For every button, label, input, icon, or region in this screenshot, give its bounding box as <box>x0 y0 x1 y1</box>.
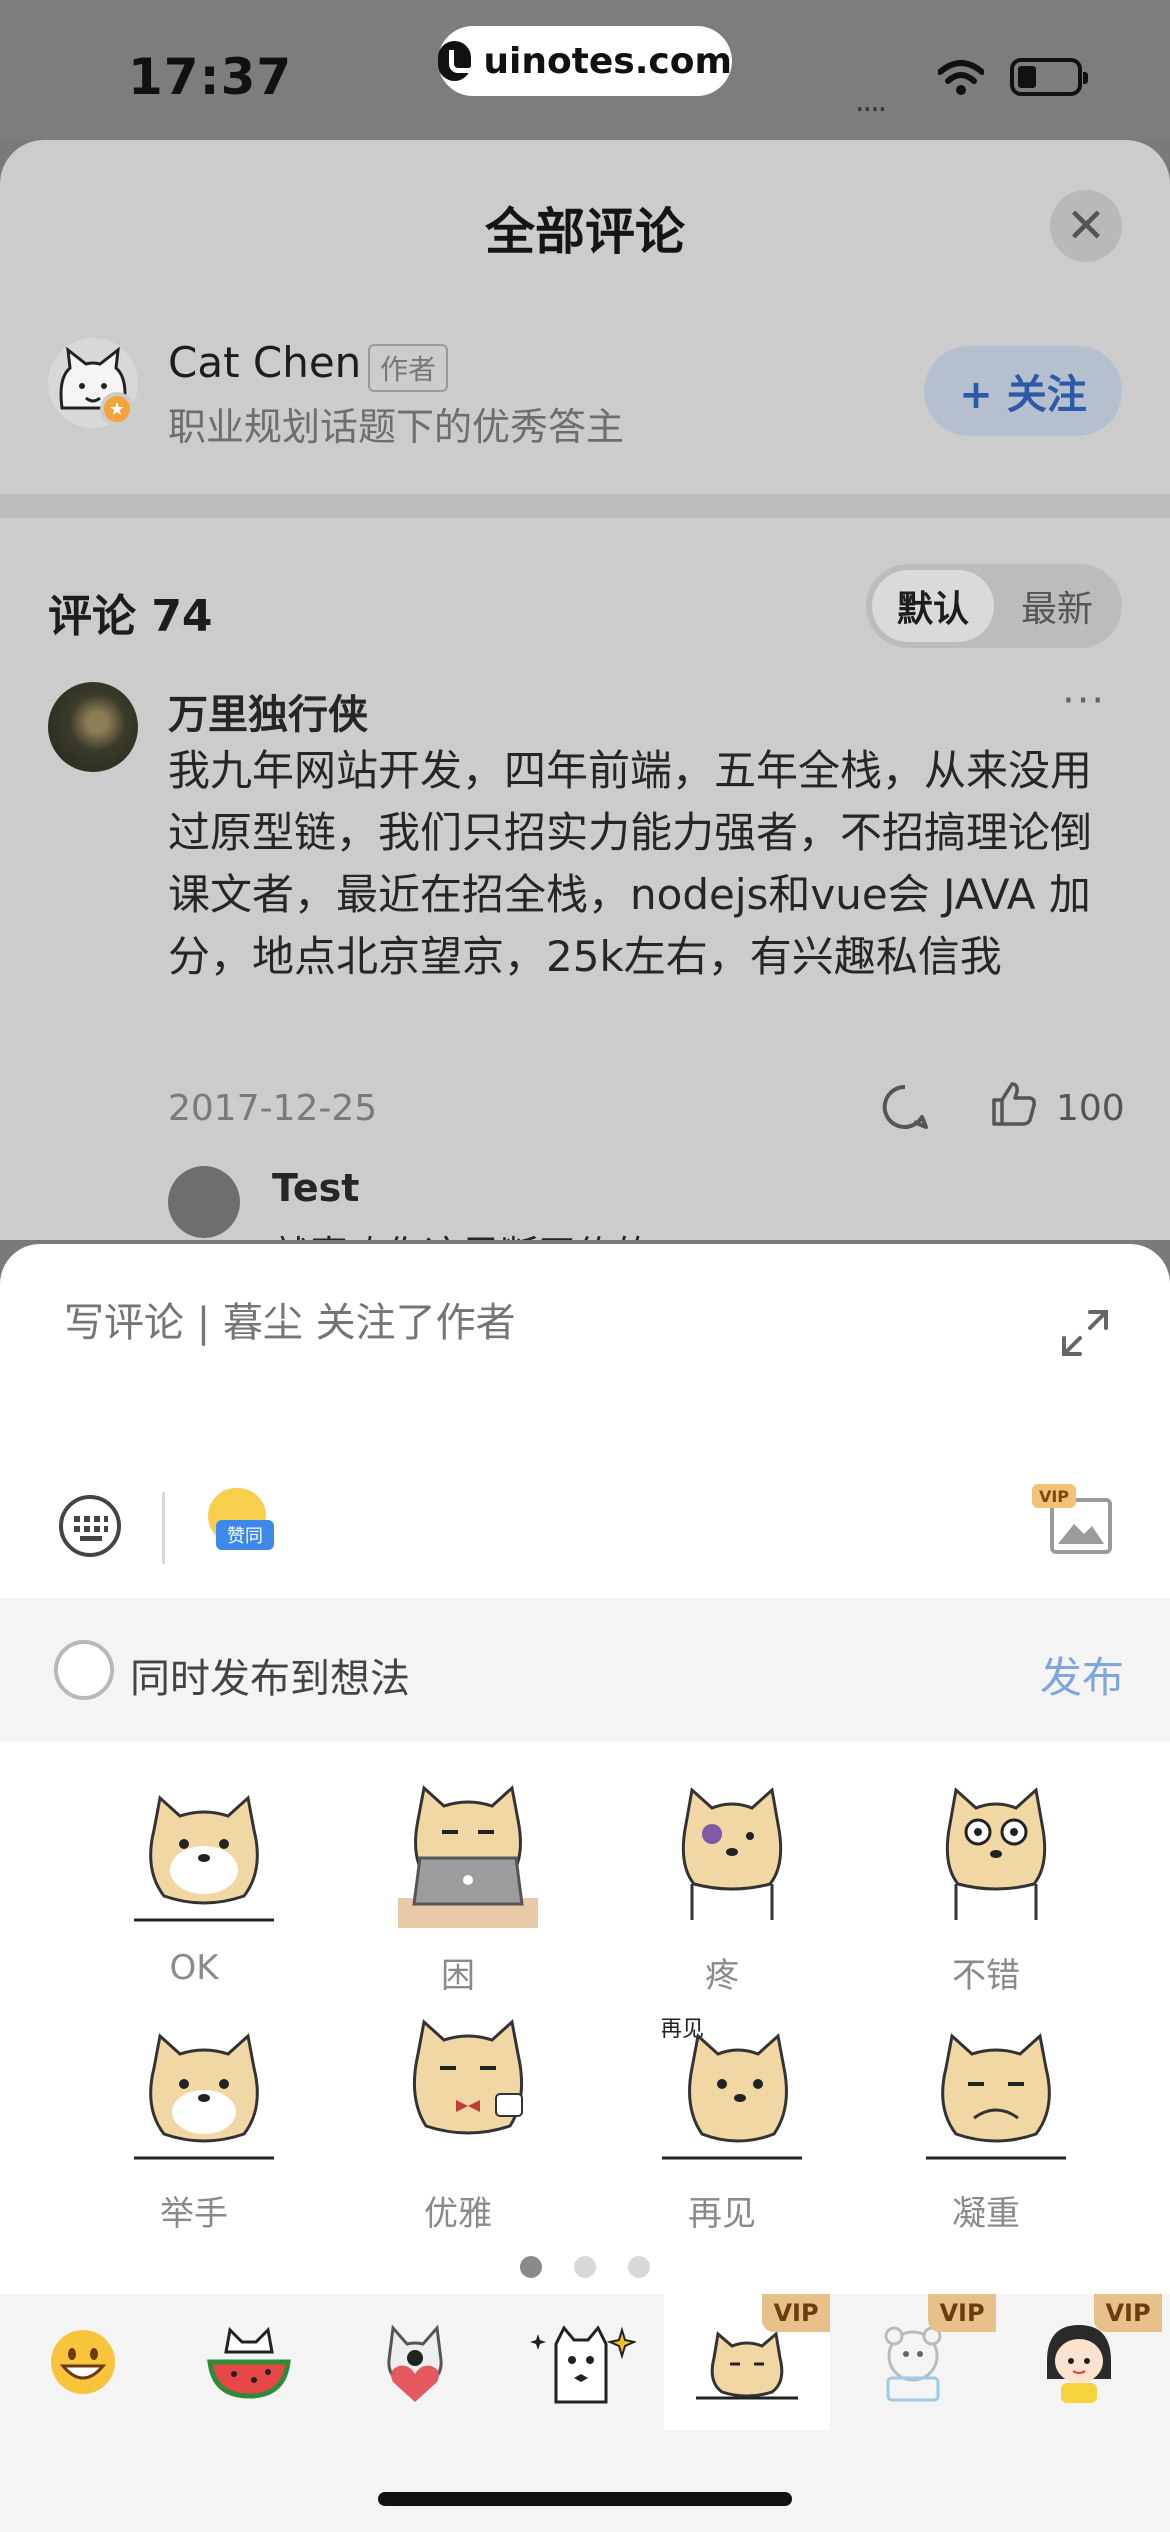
shiba-raise-hand-icon <box>134 2033 274 2160</box>
shiba-ok-icon <box>134 1795 274 1922</box>
toolbar-divider <box>162 1492 165 1564</box>
comments-count: 评论 74 <box>48 591 213 642</box>
sticker-nice[interactable]: 不错 <box>886 1770 1086 2000</box>
grinning-emoji-icon <box>51 2330 115 2394</box>
tab-shiba-pack[interactable]: VIP <box>664 2294 830 2430</box>
keyboard-icon[interactable] <box>58 1494 122 1558</box>
sheet-title: 全部评论 <box>485 203 685 261</box>
reply-user[interactable]: Test <box>272 1166 359 1210</box>
publish-row: 同时发布到想法 发布 <box>0 1598 1170 1742</box>
vip-tag: VIP <box>1094 2294 1162 2332</box>
home-indicator[interactable] <box>378 2492 792 2506</box>
tab-sparkle-cat[interactable] <box>498 2294 664 2430</box>
sticker-label: 再见 <box>688 2194 756 2234</box>
author-badge-icon: ★ <box>100 392 134 426</box>
sort-switch: 默认 最新 <box>866 564 1122 648</box>
sticker-label: 优雅 <box>424 2194 492 2234</box>
like-icon[interactable] <box>988 1078 1040 1130</box>
vip-badge: VIP <box>1032 1484 1076 1508</box>
status-time: 17:37 <box>128 48 293 106</box>
shiba-laptop-icon <box>398 1785 538 1928</box>
like-count: 100 <box>1056 1088 1125 1129</box>
wifi-icon <box>938 60 984 95</box>
sticker-label: 举手 <box>160 2194 228 2234</box>
zan-sticker-icon[interactable]: 赞同 <box>204 1488 274 1560</box>
section-divider <box>0 494 1170 518</box>
shiba-pack-icon <box>696 2331 798 2400</box>
sticker-label: 不错 <box>952 1956 1020 1996</box>
sticker-bye[interactable]: 再见 再见 <box>622 2008 822 2238</box>
page-dot[interactable] <box>628 2256 650 2278</box>
sticker-pack-tabs: VIP VIP VIP <box>0 2294 1170 2532</box>
sort-default-tab[interactable]: 默认 <box>872 570 994 642</box>
author-name[interactable]: Cat Chen <box>168 338 361 387</box>
tab-watermelon-cat[interactable] <box>166 2294 332 2430</box>
mountain-icon <box>1058 1524 1104 1544</box>
sticker-raise-hand[interactable]: 举手 <box>94 2008 294 2238</box>
comment-composer: 赞同 VIP 同时发布到想法 发布 OK 困 <box>0 1244 1170 2532</box>
reply-icon[interactable] <box>880 1082 930 1132</box>
sticker-label: OK <box>169 1948 219 1988</box>
tab-emoji[interactable] <box>0 2294 166 2430</box>
sticker-ok[interactable]: OK <box>94 1770 294 2000</box>
comment-date: 2017-12-25 <box>168 1088 378 1129</box>
sort-latest-tab[interactable]: 最新 <box>998 570 1116 642</box>
page-indicator <box>520 2256 660 2280</box>
commenter-avatar[interactable] <box>48 682 138 772</box>
reply-avatar[interactable] <box>168 1166 240 1238</box>
site-label: uinotes.com <box>483 40 732 82</box>
sparkle-cat-icon <box>530 2325 636 2404</box>
sticker-sleepy[interactable]: 困 <box>358 1770 558 2000</box>
sticker-elegant[interactable]: 优雅 <box>358 2008 558 2238</box>
comment-input[interactable] <box>64 1300 964 1346</box>
shiba-serious-icon <box>926 2033 1066 2160</box>
publish-button[interactable]: 发布 <box>1040 1644 1124 1705</box>
tab-girl-pack[interactable]: VIP <box>996 2294 1162 2430</box>
sticker-label: 困 <box>441 1956 475 1996</box>
shiba-surprised-icon <box>945 1787 1047 1920</box>
sync-radio[interactable] <box>54 1640 114 1700</box>
close-button[interactable]: ✕ <box>1050 190 1122 262</box>
follow-button[interactable]: + 关注 <box>924 346 1122 436</box>
uinotes-logo-icon <box>438 41 478 81</box>
comments-sheet: 全部评论 ✕ ★ Cat Chen 作者 职业规划话题下的优秀答主 + 关注 评… <box>0 140 1170 1240</box>
bear-pack-icon <box>884 2326 942 2402</box>
site-pill: uinotes.com <box>438 26 732 96</box>
vip-tag: VIP <box>928 2294 996 2332</box>
zan-tag: 赞同 <box>216 1520 274 1550</box>
author-tag: 作者 <box>368 344 449 392</box>
tab-heart-dog[interactable] <box>332 2294 498 2430</box>
vip-tag: VIP <box>762 2294 830 2332</box>
sync-label[interactable]: 同时发布到想法 <box>130 1646 410 1704</box>
more-options-icon[interactable]: ··· <box>1062 678 1106 724</box>
expand-icon[interactable] <box>1060 1308 1110 1358</box>
sticker-label: 凝重 <box>952 2194 1020 2234</box>
shiba-tea-icon <box>412 2019 524 2135</box>
sticker-serious[interactable]: 凝重 <box>886 2008 1086 2238</box>
page-dot-active[interactable] <box>520 2256 542 2278</box>
heart-dog-icon <box>387 2324 443 2402</box>
sticker-pain[interactable]: 疼 <box>622 1770 822 2000</box>
commenter-name[interactable]: 万里独行侠 <box>168 682 368 740</box>
reply-text: 就喜欢你这思断玉传的 <box>272 1224 652 1240</box>
watermelon-cat-icon <box>207 2326 291 2399</box>
author-desc: 职业规划话题下的优秀答主 <box>168 405 625 449</box>
sticker-label: 疼 <box>705 1956 739 1996</box>
shiba-bruise-icon <box>681 1787 783 1920</box>
shiba-bye-icon: 再见 <box>662 2017 802 2160</box>
signal-icon: .... <box>855 84 887 119</box>
battery-icon <box>1010 58 1088 96</box>
page-dot[interactable] <box>574 2256 596 2278</box>
status-bar: 17:37 uinotes.com .... <box>0 0 1170 140</box>
comment-body: 我九年网站开发，四年前端，五年全栈，从来没用过原型链，我们只招实力能力强者，不招… <box>168 746 1093 981</box>
tab-bear-pack[interactable]: VIP <box>830 2294 996 2430</box>
